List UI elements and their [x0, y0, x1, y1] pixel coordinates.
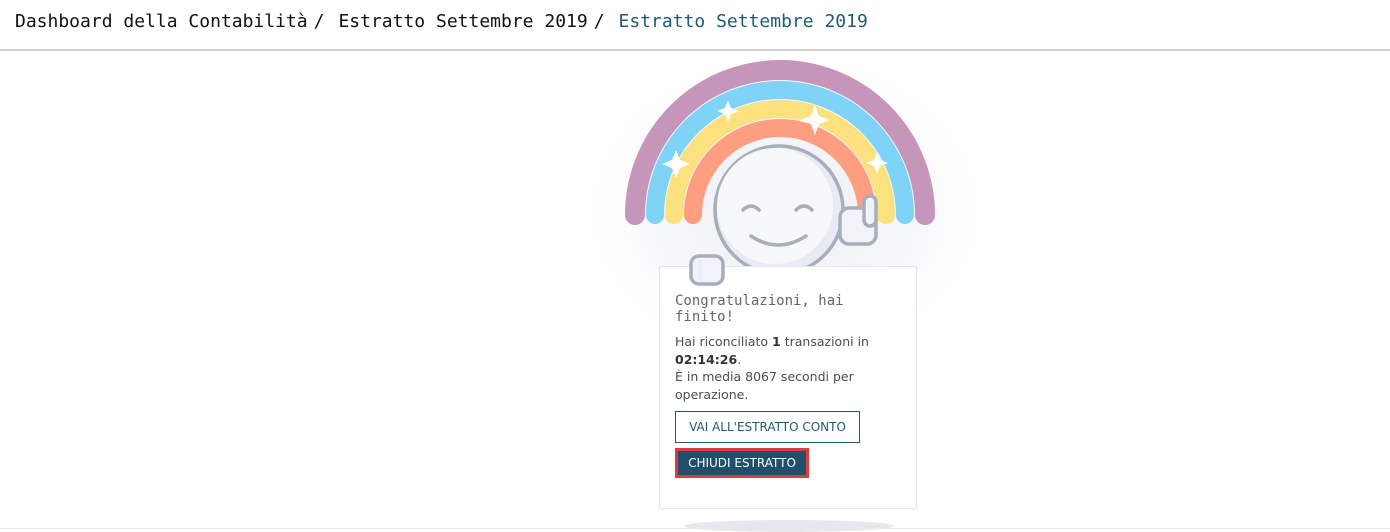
close-statement-button[interactable]: CHIUDI ESTRATTO: [675, 448, 809, 478]
header-divider: [0, 49, 1390, 51]
breadcrumb-item-dashboard[interactable]: Dashboard della Contabilità: [15, 11, 308, 32]
go-to-statement-button[interactable]: VAI ALL'ESTRATTO CONTO: [675, 411, 860, 443]
completion-summary: Hai riconciliato 1 transazioni in 02:14:…: [675, 334, 869, 402]
breadcrumb-item-statement[interactable]: Estratto Settembre 2019: [338, 11, 587, 32]
breadcrumb: Dashboard della Contabilità / Estratto Set…: [15, 10, 868, 34]
footer-divider: [0, 528, 1390, 529]
rainbow-smiley-icon: [625, 60, 935, 276]
completion-card: Congratulazioni, hai finito! Hai riconci…: [659, 266, 917, 509]
breadcrumb-separator: /: [313, 11, 325, 32]
card-shadow: [684, 520, 894, 532]
completion-title: Congratulazioni, hai finito!: [675, 293, 844, 325]
transaction-count: 1: [772, 334, 781, 349]
breadcrumb-separator: /: [593, 11, 605, 32]
breadcrumb-current: Estratto Settembre 2019: [618, 11, 868, 32]
average-time-text: È in media 8067 secondi per operazione.: [675, 369, 854, 402]
elapsed-time: 02:14:26: [675, 351, 738, 367]
pointing-hand-icon: [689, 254, 725, 286]
